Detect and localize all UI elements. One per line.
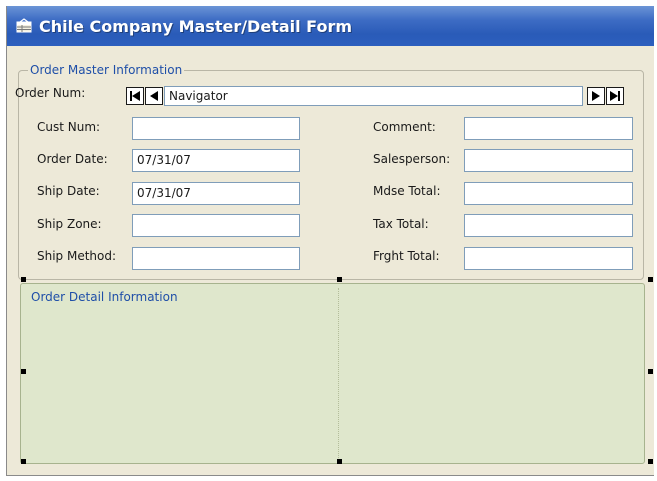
form-grid-icon <box>15 18 33 34</box>
first-record-icon <box>130 91 140 101</box>
frght-total-label: Frght Total: <box>373 249 440 263</box>
comment-field[interactable] <box>464 117 633 140</box>
cust-num-field[interactable] <box>132 117 300 140</box>
order-master-group-label: Order Master Information <box>28 63 185 77</box>
next-record-icon <box>592 91 600 101</box>
last-record-icon <box>610 91 620 101</box>
prev-record-button[interactable] <box>145 87 163 105</box>
mdse-total-field[interactable] <box>464 182 633 205</box>
ship-method-field[interactable] <box>132 247 300 270</box>
resize-handle-top-right[interactable] <box>648 277 653 282</box>
order-date-label: Order Date: <box>37 152 108 166</box>
detail-split-line <box>338 288 339 460</box>
ship-zone-field[interactable] <box>132 214 300 237</box>
frght-total-field[interactable] <box>464 247 633 270</box>
order-detail-group-label: Order Detail Information <box>31 290 178 304</box>
resize-handle-bottom-center[interactable] <box>337 459 342 464</box>
prev-record-icon <box>150 91 158 101</box>
ship-zone-label: Ship Zone: <box>37 217 102 231</box>
navigator-field[interactable]: Navigator <box>164 86 583 106</box>
ship-method-label: Ship Method: <box>37 249 117 263</box>
tax-total-label: Tax Total: <box>373 217 429 231</box>
ship-date-field[interactable]: 07/31/07 <box>132 182 300 205</box>
mdse-total-label: Mdse Total: <box>373 184 441 198</box>
comment-label: Comment: <box>373 120 436 134</box>
window-title: Chile Company Master/Detail Form <box>39 16 352 36</box>
cust-num-label: Cust Num: <box>37 120 101 134</box>
last-record-button[interactable] <box>606 87 624 105</box>
resize-handle-top-left[interactable] <box>21 277 26 282</box>
order-num-label: Order Num: <box>15 86 86 100</box>
order-date-field[interactable]: 07/31/07 <box>132 149 300 172</box>
resize-handle-bottom-right[interactable] <box>648 459 653 464</box>
salesperson-label: Salesperson: <box>373 152 451 166</box>
salesperson-field[interactable] <box>464 149 633 172</box>
order-detail-area[interactable]: Order Detail Information <box>20 283 645 464</box>
resize-handle-top-center[interactable] <box>337 277 342 282</box>
next-record-button[interactable] <box>587 87 605 105</box>
resize-handle-bottom-left[interactable] <box>21 459 26 464</box>
first-record-button[interactable] <box>126 87 144 105</box>
ship-date-label: Ship Date: <box>37 184 100 198</box>
resize-handle-middle-left[interactable] <box>21 369 26 374</box>
title-bar[interactable]: Chile Company Master/Detail Form <box>7 6 654 46</box>
tax-total-field[interactable] <box>464 214 633 237</box>
form-window: Chile Company Master/Detail Form Order M… <box>6 6 654 476</box>
resize-handle-middle-right[interactable] <box>648 369 653 374</box>
